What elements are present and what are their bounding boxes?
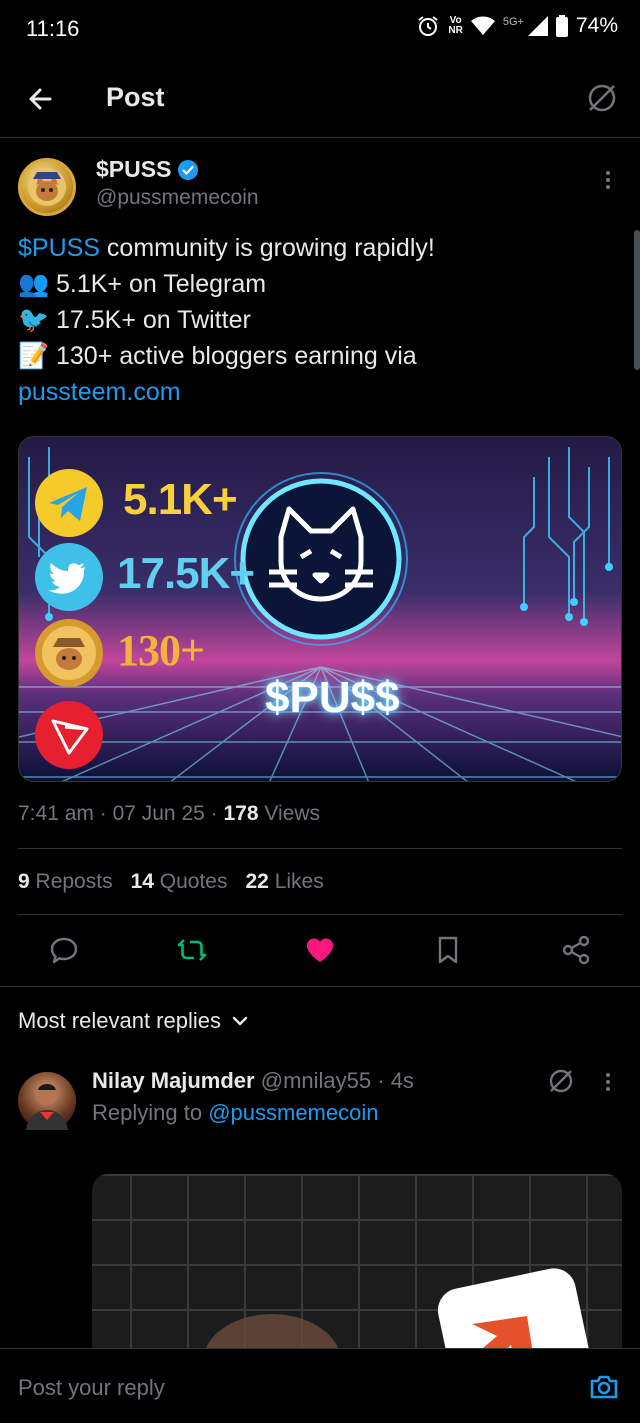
- page-title: Post: [106, 82, 165, 112]
- engagement-stats: 9 Reposts 14 Quotes 22 Likes: [18, 870, 324, 894]
- network-type: 5G+: [502, 16, 524, 28]
- volte-indicator: Vo NR: [448, 15, 463, 36]
- post-text: $PUSS community is growing rapidly! 👥 5.1…: [18, 234, 435, 406]
- replying-to-handle[interactable]: @pussmemecoin: [208, 1100, 378, 1125]
- stat-twitter: 17.5K+: [117, 549, 255, 598]
- bird-emoji-icon: 🐦: [18, 306, 50, 334]
- likes-stat[interactable]: 22 Likes: [246, 870, 324, 894]
- cell-signal-icon: [527, 16, 548, 36]
- person-avatar-icon: [26, 1083, 68, 1130]
- stat-bloggers: 130+: [117, 626, 205, 675]
- app-header: Post: [0, 58, 640, 138]
- chevron-down-icon: [232, 1016, 248, 1026]
- reply-author[interactable]: Nilay Majumder @mnilay55 · 4s: [92, 1068, 414, 1094]
- share-icon[interactable]: [560, 934, 592, 966]
- reposts-stat[interactable]: 9 Reposts: [18, 870, 113, 894]
- wifi-icon: [470, 16, 495, 35]
- puss-coin-icon: [35, 619, 103, 687]
- stat-telegram: 5.1K+: [123, 475, 238, 524]
- status-time: 11:16: [26, 16, 80, 41]
- alarm-icon: [418, 16, 439, 36]
- reply-author-name: Nilay Majumder: [92, 1068, 255, 1093]
- battery-icon: [555, 15, 568, 37]
- action-bar: [0, 924, 640, 976]
- reply-time: 4s: [390, 1068, 414, 1093]
- status-bar: 11:16 Vo NR 5G+ 74%: [0, 0, 640, 58]
- reply-input[interactable]: Post your reply: [18, 1375, 165, 1401]
- tron-icon: [35, 701, 103, 769]
- app-logo-image: [203, 1268, 590, 1354]
- people-emoji-icon: 👥: [18, 270, 50, 298]
- author-name[interactable]: $PUSS: [96, 156, 199, 183]
- post-meta: 7:41 am · 07 Jun 25 · 178 Views: [18, 802, 321, 825]
- bookmark-icon[interactable]: [432, 934, 464, 966]
- scrollbar[interactable]: [634, 230, 640, 370]
- more-options-icon[interactable]: [596, 168, 620, 192]
- memo-emoji-icon: 📝: [18, 342, 50, 370]
- divider: [0, 986, 640, 987]
- brand-text: $PU$$: [265, 673, 400, 722]
- repost-icon[interactable]: [176, 934, 208, 966]
- author-avatar[interactable]: [18, 158, 76, 216]
- cashtag-link[interactable]: $PUSS: [18, 234, 100, 262]
- twitter-bird-icon: [35, 543, 103, 611]
- grok-icon[interactable]: [584, 80, 620, 116]
- verified-badge-icon: [178, 159, 199, 180]
- cat-logo-icon: [28, 168, 66, 206]
- status-icons: Vo NR 5G+ 74%: [416, 14, 618, 38]
- grok-icon[interactable]: [546, 1066, 576, 1096]
- like-heart-icon[interactable]: [304, 934, 336, 966]
- battery-percent: 74%: [575, 14, 618, 37]
- camera-icon[interactable]: [588, 1371, 620, 1403]
- website-link[interactable]: pussteem.com: [18, 378, 181, 406]
- reply-author-handle: @mnilay55: [260, 1068, 372, 1093]
- divider: [18, 914, 622, 915]
- author-handle[interactable]: @pussmemecoin: [96, 186, 259, 210]
- divider: [18, 848, 622, 849]
- replies-sort-dropdown[interactable]: Most relevant replies: [18, 1008, 249, 1034]
- quotes-stat[interactable]: 14 Quotes: [131, 870, 228, 894]
- post-image[interactable]: 5.1K+ 17.5K+ 130+ $PU$$: [18, 436, 622, 782]
- telegram-icon: [35, 469, 103, 537]
- reply-author-avatar[interactable]: [18, 1072, 76, 1130]
- back-arrow-icon[interactable]: [20, 78, 62, 120]
- circuit-background: [19, 447, 621, 781]
- more-options-icon[interactable]: [596, 1070, 620, 1094]
- replying-to: Replying to @pussmemecoin: [92, 1100, 379, 1125]
- reply-image[interactable]: [92, 1174, 622, 1354]
- reply-composer: Post your reply: [0, 1348, 640, 1423]
- reply-icon[interactable]: [48, 934, 80, 966]
